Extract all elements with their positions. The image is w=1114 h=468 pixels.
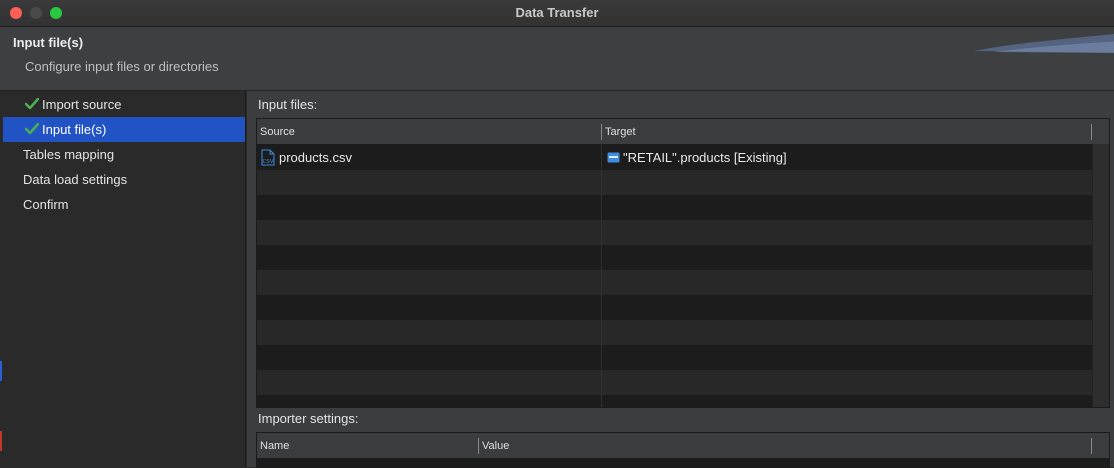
table-icon bbox=[607, 152, 620, 163]
column-separator[interactable] bbox=[1091, 438, 1092, 454]
step-label: Confirm bbox=[23, 197, 69, 212]
step-confirm[interactable]: Confirm bbox=[3, 192, 245, 217]
step-label: Input file(s) bbox=[42, 122, 107, 137]
table-scroll-gutter[interactable] bbox=[1092, 144, 1109, 407]
table-row bbox=[257, 295, 1092, 320]
wizard-header: Input file(s) Configure input files or d… bbox=[0, 27, 1114, 91]
table-row bbox=[257, 170, 1092, 195]
column-header-name[interactable]: Name bbox=[260, 440, 289, 452]
input-files-table-header: Source Target bbox=[257, 119, 1109, 145]
table-row bbox=[257, 245, 1092, 270]
page-subtitle: Configure input files or directories bbox=[25, 59, 219, 74]
step-label: Data load settings bbox=[23, 172, 128, 187]
step-import-source[interactable]: Import source bbox=[3, 92, 245, 117]
table-row bbox=[257, 195, 1092, 220]
svg-text:CSV: CSV bbox=[262, 159, 273, 165]
edge-marker bbox=[0, 361, 2, 381]
target-cell: "RETAIL".products [Existing] bbox=[623, 150, 787, 165]
importer-settings-table-header: Name Value bbox=[257, 433, 1109, 459]
table-row[interactable]: CSV products.csv "RETAIL".products [Exis… bbox=[257, 145, 1092, 170]
csv-file-icon: CSV bbox=[261, 149, 275, 166]
table-row bbox=[257, 345, 1092, 370]
source-cell: products.csv bbox=[279, 150, 352, 165]
column-header-target[interactable]: Target bbox=[605, 126, 636, 138]
column-gridline bbox=[601, 144, 602, 407]
step-tables-mapping[interactable]: Tables mapping bbox=[3, 142, 245, 167]
window-title: Data Transfer bbox=[515, 5, 599, 20]
table-row bbox=[257, 395, 1092, 407]
table-row bbox=[257, 270, 1092, 295]
table-row bbox=[257, 220, 1092, 245]
column-separator[interactable] bbox=[601, 124, 602, 140]
input-files-label: Input files: bbox=[258, 97, 318, 112]
banner-swoosh-graphic bbox=[974, 33, 1114, 53]
main-content: Input files: Source Target CSV products.… bbox=[247, 91, 1114, 468]
wizard-steps-sidebar: Import source Input file(s) Tables mappi… bbox=[3, 91, 246, 467]
check-icon bbox=[25, 98, 39, 110]
step-input-files[interactable]: Input file(s) bbox=[3, 117, 245, 142]
column-separator[interactable] bbox=[1091, 124, 1092, 140]
table-row bbox=[257, 320, 1092, 345]
column-separator[interactable] bbox=[478, 438, 479, 454]
window-titlebar: Data Transfer bbox=[0, 0, 1114, 27]
edge-marker bbox=[0, 431, 2, 451]
step-data-load-settings[interactable]: Data load settings bbox=[3, 167, 245, 192]
step-label: Tables mapping bbox=[23, 147, 115, 162]
importer-settings-label: Importer settings: bbox=[258, 411, 359, 426]
table-row bbox=[257, 370, 1092, 395]
column-header-value[interactable]: Value bbox=[482, 440, 509, 452]
step-label: Import source bbox=[42, 97, 122, 112]
column-header-source[interactable]: Source bbox=[260, 126, 295, 138]
input-files-table[interactable]: Source Target CSV products.csv "RETAIL".… bbox=[256, 118, 1110, 408]
check-icon bbox=[25, 123, 39, 135]
importer-settings-table[interactable]: Name Value bbox=[256, 432, 1110, 468]
page-title: Input file(s) bbox=[13, 35, 84, 50]
